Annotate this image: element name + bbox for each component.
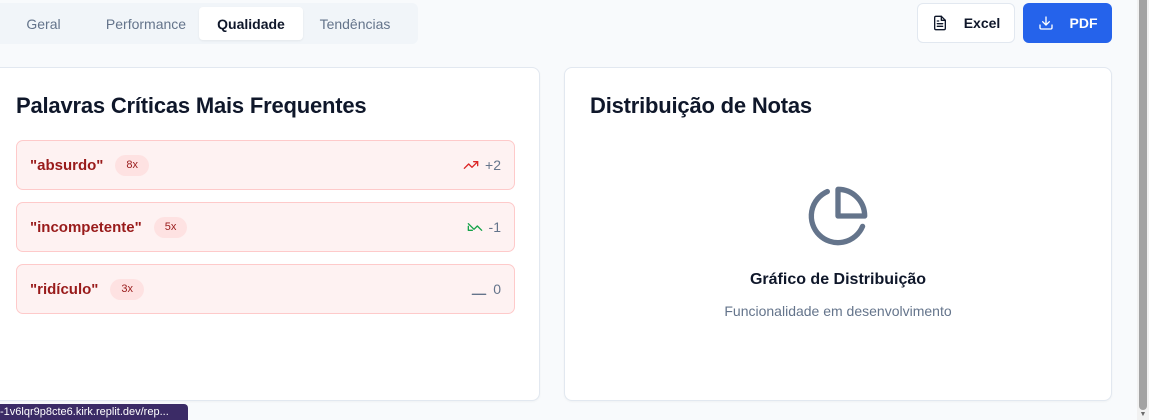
word-trend: -1: [467, 219, 501, 235]
export-excel-label: Excel: [963, 15, 1001, 31]
page-scrollbar[interactable]: ▼: [1137, 0, 1149, 420]
pie-chart-icon: [806, 184, 870, 253]
word-count-badge: 5x: [153, 216, 188, 238]
export-pdf-label: PDF: [1069, 15, 1098, 31]
critical-word: "incompetente": [30, 218, 142, 236]
tab-performance[interactable]: Performance: [93, 7, 199, 40]
scroll-down-arrow-icon[interactable]: ▼: [1139, 411, 1147, 419]
trending-up-icon: [463, 157, 479, 173]
word-trend: +2: [463, 157, 501, 173]
quality-dashboard: Geral Performance Qualidade Tendências E…: [0, 0, 1137, 420]
tab-qualidade[interactable]: Qualidade: [199, 7, 303, 40]
download-icon: [1038, 15, 1054, 31]
export-pdf-button[interactable]: PDF: [1023, 3, 1112, 43]
word-trend: 0: [471, 281, 501, 297]
critical-word-row: "incompetente" 5x -1: [16, 202, 515, 252]
minus-icon: [471, 281, 487, 297]
word-count-badge: 3x: [110, 278, 145, 300]
critical-word: "absurdo": [30, 156, 104, 174]
trend-value: +2: [485, 157, 501, 173]
critical-word: "ridículo": [30, 280, 99, 298]
chart-placeholder: Gráfico de Distribuição Funcionalidade e…: [565, 184, 1111, 319]
distribution-title: Distribuição de Notas: [590, 93, 812, 118]
critical-words-title: Palavras Críticas Mais Frequentes: [16, 93, 367, 118]
scrollbar-thumb[interactable]: [1139, 0, 1147, 410]
trend-value: 0: [493, 281, 501, 297]
word-count-badge: 8x: [115, 154, 150, 176]
file-text-icon: [932, 15, 948, 31]
trending-down-icon: [467, 219, 483, 235]
placeholder-subtitle: Funcionalidade em desenvolvimento: [724, 303, 952, 319]
trend-value: -1: [488, 219, 501, 235]
critical-words-card: Palavras Críticas Mais Frequentes "absur…: [0, 67, 540, 401]
tab-tendencias[interactable]: Tendências: [303, 7, 407, 40]
report-tabs: Geral Performance Qualidade Tendências: [0, 3, 418, 44]
placeholder-title: Gráfico de Distribuição: [749, 271, 927, 288]
critical-word-row: "ridículo" 3x 0: [16, 264, 515, 314]
distribution-card: Distribuição de Notas Gráfico de Distrib…: [564, 67, 1112, 401]
critical-word-row: "absurdo" 8x +2: [16, 140, 515, 190]
tab-geral[interactable]: Geral: [0, 7, 93, 40]
status-url-tooltip: -1v6lqr9p8cte6.kirk.replit.dev/rep...: [0, 404, 188, 420]
export-excel-button[interactable]: Excel: [917, 3, 1015, 43]
